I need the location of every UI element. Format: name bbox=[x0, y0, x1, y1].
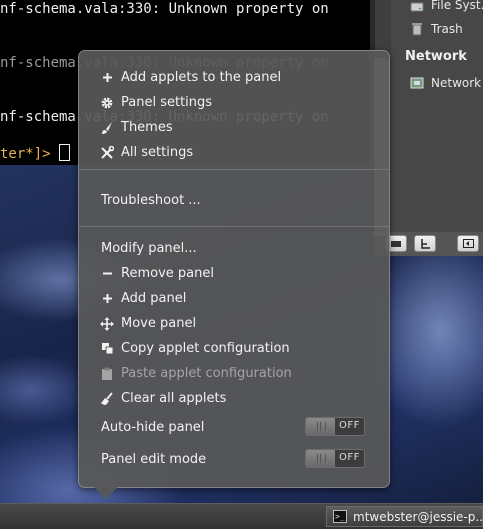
menu-separator bbox=[79, 169, 389, 170]
taskbar-window-title: mtwebster@jessie-p... bbox=[353, 509, 483, 524]
network-icon bbox=[410, 77, 424, 89]
terminal-prompt-line: ter*]> bbox=[0, 144, 70, 162]
menu-item-label: All settings bbox=[121, 145, 194, 160]
sidebar-item-trash[interactable]: Trash bbox=[431, 22, 463, 36]
auto-hide-switch[interactable]: OFF bbox=[305, 417, 365, 436]
panel-edit-mode-switch[interactable]: OFF bbox=[305, 449, 365, 468]
switch-knob bbox=[306, 418, 335, 435]
menu-item-move-panel[interactable]: Move panel bbox=[79, 311, 389, 336]
menu-item-copy-applet-config[interactable]: Copy applet configuration bbox=[79, 336, 389, 361]
back-icon bbox=[462, 239, 474, 248]
plus-icon bbox=[100, 71, 114, 85]
paintbrush-icon bbox=[100, 121, 114, 135]
menu-item-clear-all-applets[interactable]: Clear all applets bbox=[79, 386, 389, 411]
switch-knob bbox=[306, 450, 335, 467]
sidebar-item-file-system[interactable]: File Syst... bbox=[431, 0, 483, 12]
menu-item-label: Troubleshoot ... bbox=[101, 193, 201, 208]
trash-icon bbox=[412, 23, 422, 36]
menu-item-label: Themes bbox=[121, 120, 173, 135]
menu-item-label: Remove panel bbox=[121, 266, 214, 281]
menu-item-label: Add applets to the panel bbox=[121, 70, 282, 85]
menu-pointer-arrow bbox=[94, 487, 118, 499]
menu-item-modify-panel[interactable]: Modify panel... bbox=[79, 236, 389, 261]
gear-icon bbox=[100, 96, 114, 110]
sidebar-item-network[interactable]: Network bbox=[431, 76, 481, 90]
taskbar-window-button[interactable]: >_ mtwebster@jessie-p... bbox=[326, 506, 483, 527]
switch-state: OFF bbox=[339, 420, 360, 431]
menu-item-add-panel[interactable]: Add panel bbox=[79, 286, 389, 311]
menu-item-label: Paste applet configuration bbox=[121, 366, 292, 381]
menu-item-all-settings[interactable]: All settings bbox=[79, 140, 389, 165]
drive-icon bbox=[410, 2, 424, 12]
switch-state: OFF bbox=[339, 452, 360, 463]
drive-icon bbox=[391, 240, 401, 247]
move-arrows-icon bbox=[100, 316, 114, 331]
tree-view-button[interactable] bbox=[414, 235, 436, 252]
toggle-label: Panel edit mode bbox=[101, 452, 207, 467]
menu-separator bbox=[79, 226, 389, 227]
sidebar-heading-network: Network bbox=[405, 49, 467, 64]
menu-toggle-auto-hide[interactable]: Auto-hide panel OFF bbox=[79, 415, 389, 440]
menu-toggle-panel-edit-mode[interactable]: Panel edit mode OFF bbox=[79, 447, 389, 472]
tools-icon bbox=[100, 145, 114, 160]
terminal-icon: >_ bbox=[333, 510, 347, 523]
menu-item-label: Modify panel... bbox=[101, 241, 197, 256]
toggle-label: Auto-hide panel bbox=[101, 420, 205, 435]
menu-item-add-applets[interactable]: Add applets to the panel bbox=[79, 65, 389, 90]
copy-icon bbox=[100, 342, 114, 356]
menu-item-label: Copy applet configuration bbox=[121, 341, 290, 356]
menu-item-troubleshoot[interactable]: Troubleshoot ... bbox=[79, 188, 389, 213]
terminal-prompt: ter*]> bbox=[0, 146, 51, 162]
menu-item-label: Panel settings bbox=[121, 95, 213, 110]
terminal-cursor bbox=[58, 144, 70, 161]
menu-item-panel-settings[interactable]: Panel settings bbox=[79, 90, 389, 115]
minus-icon bbox=[100, 267, 114, 281]
menu-item-label: Add panel bbox=[121, 291, 187, 306]
file-manager-window bbox=[374, 0, 483, 256]
panel-taskbar[interactable]: >_ mtwebster@jessie-p... bbox=[0, 503, 483, 529]
tree-view-icon bbox=[420, 238, 430, 249]
broom-icon bbox=[100, 391, 114, 406]
terminal-line: nf-schema.vala:330: Unknown property on bbox=[0, 1, 329, 17]
back-button[interactable] bbox=[457, 235, 479, 252]
menu-item-paste-applet-config[interactable]: Paste applet configuration bbox=[79, 361, 389, 386]
menu-item-remove-panel[interactable]: Remove panel bbox=[79, 261, 389, 286]
plus-icon bbox=[100, 292, 114, 306]
menu-item-label: Clear all applets bbox=[121, 391, 227, 406]
clipboard-icon bbox=[100, 367, 114, 381]
menu-item-themes[interactable]: Themes bbox=[79, 115, 389, 140]
menu-item-label: Move panel bbox=[121, 316, 197, 331]
